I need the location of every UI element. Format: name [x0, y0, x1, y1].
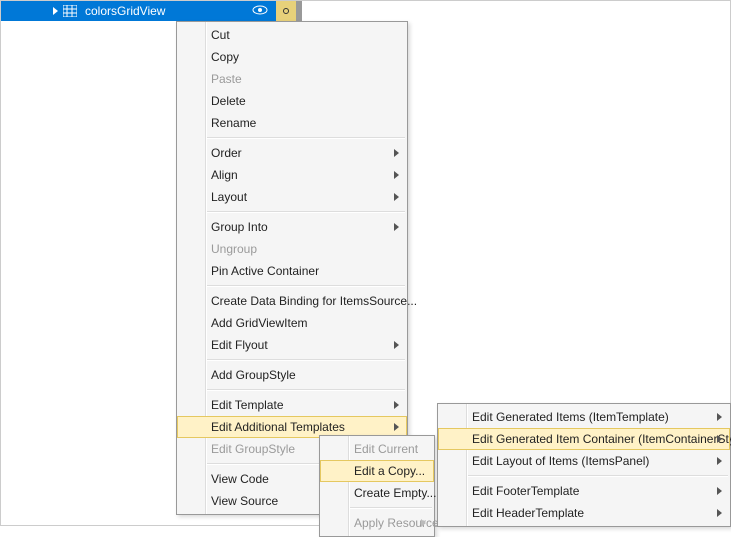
submenu-arrow-icon: [394, 223, 399, 231]
menu-separator: [207, 285, 405, 287]
submenu-arrow-icon: [394, 171, 399, 179]
menu-gen-items[interactable]: Edit Generated Items (ItemTemplate): [438, 406, 730, 428]
menu-add-groupstyle[interactable]: Add GroupStyle: [177, 364, 407, 386]
submenu-arrow-icon: [394, 149, 399, 157]
menu-label: Edit Template: [211, 398, 284, 412]
menu-group-into[interactable]: Group Into: [177, 216, 407, 238]
menu-label: Apply Resource: [354, 516, 439, 530]
submenu-arrow-icon: [394, 341, 399, 349]
expand-icon[interactable]: [53, 7, 58, 15]
menu-label: Edit FooterTemplate: [472, 484, 579, 498]
menu-separator: [207, 359, 405, 361]
submenu-arrow-icon: [717, 509, 722, 517]
menu-create-empty[interactable]: Create Empty...: [320, 482, 434, 504]
submenu-arrow-icon: [717, 487, 722, 495]
lock-toggle[interactable]: [276, 1, 296, 21]
menu-paste: Paste: [177, 68, 407, 90]
menu-order[interactable]: Order: [177, 142, 407, 164]
menu-header-template[interactable]: Edit HeaderTemplate: [438, 502, 730, 524]
menu-add-gridviewitem[interactable]: Add GridViewItem: [177, 312, 407, 334]
menu-label: Edit GroupStyle: [211, 442, 295, 456]
menu-label: Order: [211, 146, 242, 160]
submenu-arrow-icon: [394, 193, 399, 201]
submenu-additional-templates: Edit Generated Items (ItemTemplate) Edit…: [437, 403, 731, 527]
menu-separator: [350, 507, 432, 509]
menu-edit-flyout[interactable]: Edit Flyout: [177, 334, 407, 356]
menu-separator: [207, 211, 405, 213]
menu-footer-template[interactable]: Edit FooterTemplate: [438, 480, 730, 502]
menu-label: Group Into: [211, 220, 268, 234]
submenu-arrow-icon: [717, 413, 722, 421]
menu-layout[interactable]: Layout: [177, 186, 407, 208]
menu-label: Edit Additional Templates: [211, 420, 345, 434]
menu-label: Edit Layout of Items (ItemsPanel): [472, 454, 649, 468]
menu-label: Edit Generated Items (ItemTemplate): [472, 410, 669, 424]
menu-separator: [468, 475, 728, 477]
menu-pin-active[interactable]: Pin Active Container: [177, 260, 407, 282]
menu-label: Edit Generated Item Container (ItemConta…: [472, 432, 731, 446]
submenu-arrow-icon: [717, 435, 722, 443]
menu-rename[interactable]: Rename: [177, 112, 407, 134]
row-tail: [296, 1, 302, 21]
menu-label: Align: [211, 168, 238, 182]
menu-separator: [207, 389, 405, 391]
menu-label: Edit HeaderTemplate: [472, 506, 584, 520]
menu-edit-a-copy[interactable]: Edit a Copy...: [320, 460, 434, 482]
menu-label: Edit Flyout: [211, 338, 268, 352]
lock-icon: [283, 8, 289, 14]
menu-copy[interactable]: Copy: [177, 46, 407, 68]
menu-layout-items[interactable]: Edit Layout of Items (ItemsPanel): [438, 450, 730, 472]
menu-edit-current: Edit Current: [320, 438, 434, 460]
gridview-icon: [63, 5, 77, 17]
submenu-arrow-icon: [394, 423, 399, 431]
menu-apply-resource: Apply Resource: [320, 512, 434, 534]
visibility-icon[interactable]: [252, 3, 268, 20]
menu-delete[interactable]: Delete: [177, 90, 407, 112]
menu-gen-item-container[interactable]: Edit Generated Item Container (ItemConta…: [438, 428, 730, 450]
outline-row-selected[interactable]: colorsGridView: [1, 1, 296, 21]
menu-edit-template[interactable]: Edit Template: [177, 394, 407, 416]
outline-item-label: colorsGridView: [85, 4, 165, 18]
submenu-arrow-icon: [394, 401, 399, 409]
submenu-arrow-icon: [717, 457, 722, 465]
menu-align[interactable]: Align: [177, 164, 407, 186]
menu-separator: [207, 137, 405, 139]
menu-label: Layout: [211, 190, 247, 204]
menu-create-binding[interactable]: Create Data Binding for ItemsSource...: [177, 290, 407, 312]
submenu-template-actions: Edit Current Edit a Copy... Create Empty…: [319, 435, 435, 537]
menu-ungroup: Ungroup: [177, 238, 407, 260]
menu-cut[interactable]: Cut: [177, 24, 407, 46]
